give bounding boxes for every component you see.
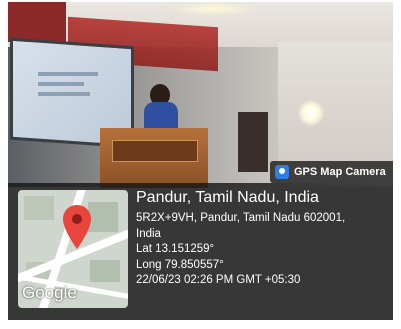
map-block [88,202,118,232]
map-block [24,196,54,220]
latitude: Lat 13.151259° [136,243,215,255]
gps-map-camera-badge: GPS Map Camera [270,161,393,183]
timestamp: 22/06/23 02:26 PM GMT +05:30 [136,274,301,286]
location-title: Pandur, Tamil Nadu, India [136,189,319,206]
gps-badge-label: GPS Map Camera [294,166,386,178]
photo-frame: GPS Map Camera Google Pandur, Tamil Nadu… [8,2,393,320]
address-line-2: India [136,227,161,240]
location-details: Pandur, Tamil Nadu, India 5R2X+9VH, Pand… [136,188,388,289]
longitude: Long 79.850557° [136,258,224,271]
google-map-logo: Google [22,283,77,302]
ceiling-light [168,2,258,16]
wall-lamp [298,100,324,126]
doorway [238,112,268,172]
screen-content [38,82,84,86]
map-pin-icon [63,205,91,249]
gps-map-camera-icon [275,165,289,179]
screen-content [38,72,98,76]
screen-content [38,92,90,96]
red-wall-panel [8,2,66,42]
map-block [90,260,120,282]
podium-signboard [112,140,198,162]
address-line-1: 5R2X+9VH, Pandur, Tamil Nadu 602001, [136,212,346,224]
